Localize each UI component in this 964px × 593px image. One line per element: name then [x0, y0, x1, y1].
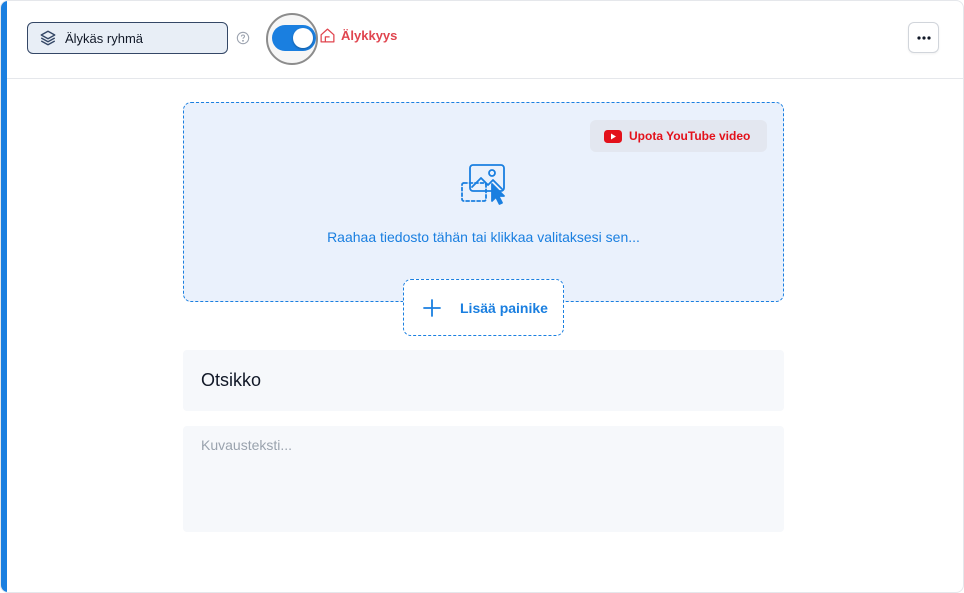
- description-textarea[interactable]: Kuvausteksti...: [183, 426, 784, 532]
- youtube-embed-button[interactable]: Upota YouTube video: [590, 120, 767, 152]
- media-dropzone[interactable]: Upota YouTube video Raahaa tiedosto tähä…: [183, 102, 784, 302]
- youtube-embed-label: Upota YouTube video: [629, 129, 751, 143]
- plus-icon: [423, 298, 441, 317]
- home-ai-icon: [320, 28, 335, 43]
- add-button-button[interactable]: Lisää painike: [403, 279, 564, 336]
- toolbar: Älykäs ryhmä Älykkyys: [7, 1, 963, 79]
- more-horizontal-icon: [916, 35, 931, 40]
- youtube-icon: [604, 129, 622, 143]
- image-upload-icon: [461, 164, 505, 205]
- smart-group-label: Älykäs ryhmä: [65, 30, 144, 46]
- ai-label-group[interactable]: Älykkyys: [319, 27, 397, 44]
- ai-label: Älykkyys: [341, 28, 398, 43]
- editor-card: Älykäs ryhmä Älykkyys Upota YouTube vide…: [0, 0, 964, 593]
- toggle-knob: [293, 28, 313, 48]
- dropzone-instruction: Raahaa tiedosto tähän tai klikkaa valita…: [327, 229, 640, 245]
- selection-accent-bar: [1, 1, 7, 592]
- layers-icon: [40, 30, 56, 46]
- more-options-button[interactable]: [908, 22, 939, 53]
- help-circle-icon[interactable]: [236, 31, 250, 45]
- title-input[interactable]: Otsikko: [183, 350, 784, 411]
- ai-toggle[interactable]: [272, 25, 316, 51]
- smart-group-button[interactable]: Älykäs ryhmä: [27, 22, 228, 54]
- add-button-label: Lisää painike: [460, 299, 548, 316]
